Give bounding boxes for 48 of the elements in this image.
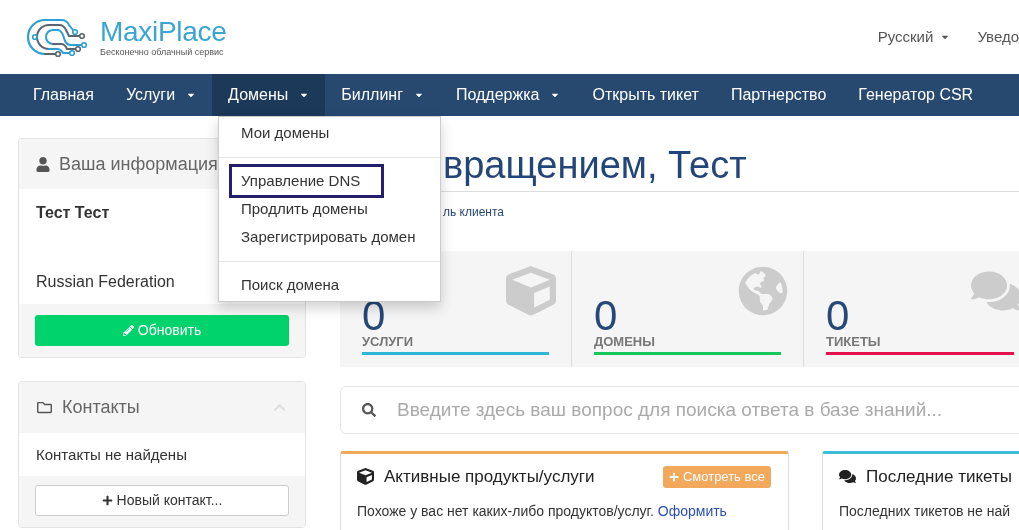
- stat-label: УСЛУГИ: [362, 335, 414, 349]
- dropdown-item[interactable]: Продлить домены: [241, 197, 368, 221]
- nav-item[interactable]: Услуги: [109, 74, 213, 116]
- search-icon: [362, 403, 376, 417]
- new-contact-button[interactable]: Новый контакт...: [35, 485, 289, 516]
- cube-icon: [357, 468, 374, 485]
- nav-item[interactable]: Главная: [17, 74, 110, 116]
- stat-label: ТИКЕТЫ: [826, 335, 881, 349]
- stat-value: 0: [826, 299, 850, 333]
- dropdown-item[interactable]: Зарегистрировать домен: [241, 225, 416, 249]
- nav-item[interactable]: Поддержка: [440, 74, 577, 116]
- dropdown-item[interactable]: Мои домены: [241, 121, 330, 145]
- client-name: Тест Тест: [36, 203, 110, 223]
- chevron-up-icon[interactable]: [271, 401, 288, 414]
- folder-icon: [36, 400, 53, 415]
- panel-title: Контакты: [62, 396, 140, 419]
- welcome-heading: вращением, Тест: [443, 143, 747, 187]
- cube-icon: [506, 266, 556, 316]
- panel-title: Ваша информация: [59, 152, 218, 176]
- logo-text: MaxiPlace: [100, 16, 227, 47]
- user-icon: [36, 156, 50, 172]
- dropdown-item[interactable]: Поиск домена: [241, 273, 340, 297]
- stat-value: 0: [594, 299, 618, 333]
- dropdown-item[interactable]: Управление DNS: [241, 169, 361, 193]
- nav-item[interactable]: Открыть тикет: [576, 74, 715, 116]
- chat-bubbles-icon: [839, 468, 856, 485]
- notifications-link[interactable]: Уведо: [977, 25, 1019, 49]
- order-link[interactable]: Оформить: [657, 503, 727, 519]
- logo-tagline: Бесконечно облачный сервис: [100, 46, 225, 58]
- card-title: Активные продукты/услуги: [384, 465, 595, 488]
- plus-icon: [668, 471, 679, 482]
- empty-contacts-text: Контакты не найдены: [36, 445, 187, 465]
- nav-item[interactable]: Партнерство: [714, 74, 843, 116]
- stat-value: 0: [362, 299, 386, 333]
- nav-item[interactable]: Генератор CSR: [842, 74, 990, 116]
- search-field[interactable]: Введите здесь ваш вопрос для поиска ответа в базе знаний...: [340, 386, 1019, 434]
- client-country: Russian Federation: [36, 272, 175, 292]
- stat-label: ДОМЕНЫ: [594, 335, 655, 349]
- plus-icon: [101, 495, 113, 506]
- card-title: Последние тикеты: [866, 465, 1012, 488]
- breadcrumb-text: ль клиента: [443, 204, 504, 220]
- card-message: Похоже у вас нет каких-либо продуктов/услуг. Оформить: [357, 502, 727, 521]
- card-message: Последних тикетов не най: [839, 502, 1011, 521]
- globe-icon: [738, 266, 788, 316]
- pencil-icon: [122, 325, 134, 336]
- language-selector[interactable]: Русский: [877, 25, 951, 49]
- nav-item[interactable]: Домены: [212, 74, 326, 116]
- nav-item[interactable]: Биллинг: [325, 74, 440, 116]
